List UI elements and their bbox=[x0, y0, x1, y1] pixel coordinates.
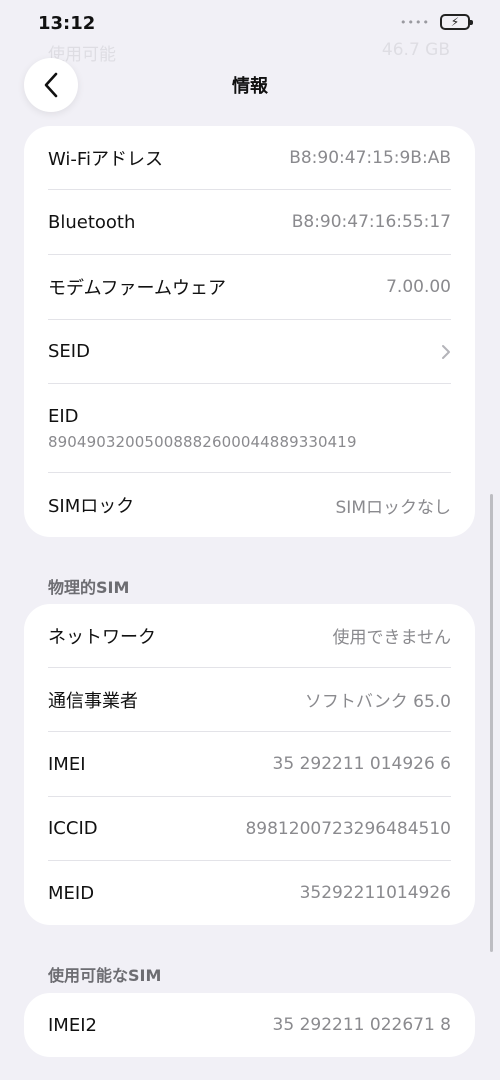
row-value: ソフトバンク 65.0 bbox=[304, 692, 451, 712]
row-seid[interactable]: SEID bbox=[48, 320, 451, 384]
chevron-right-icon bbox=[442, 344, 450, 359]
row-label: ICCID bbox=[48, 818, 98, 839]
row-value: 35292211014926 bbox=[299, 883, 451, 903]
status-indicators: •••• ⚡ bbox=[400, 14, 473, 30]
row-label: ネットワーク bbox=[48, 626, 156, 648]
row-bluetooth: Bluetooth B8:90:47:16:55:17 bbox=[48, 190, 451, 255]
battery-charging-icon: ⚡ bbox=[440, 14, 473, 30]
row-sim-lock: SIMロック SIMロックなし bbox=[48, 473, 451, 537]
navigation-bar: 情報 bbox=[0, 58, 500, 112]
row-label: モデムファームウェア bbox=[48, 278, 227, 299]
row-iccid: ICCID 8981200723296484510 bbox=[48, 797, 451, 861]
section-header-available-sim: 使用可能なSIM bbox=[48, 966, 162, 985]
available-sim-group: IMEI2 35 292211 022671 8 bbox=[24, 993, 475, 1057]
row-value: 35 292211 014926 6 bbox=[272, 754, 451, 774]
row-modem-firmware: モデムファームウェア 7.00.00 bbox=[48, 255, 451, 320]
status-bar: 13:12 •••• ⚡ bbox=[0, 0, 500, 52]
row-label: SIMロック bbox=[48, 496, 135, 517]
row-label: 通信事業者 bbox=[48, 690, 138, 712]
row-label: SEID bbox=[48, 341, 90, 362]
chevron-left-icon bbox=[44, 72, 58, 98]
row-value: 7.00.00 bbox=[386, 277, 451, 297]
row-value: SIMロックなし bbox=[335, 497, 451, 518]
row-imei: IMEI 35 292211 014926 6 bbox=[48, 732, 451, 797]
row-value: B8:90:47:16:55:17 bbox=[291, 212, 451, 232]
device-info-group: Wi-Fiアドレス B8:90:47:15:9B:AB Bluetooth B8… bbox=[24, 126, 475, 537]
row-imei2: IMEI2 35 292211 022671 8 bbox=[48, 993, 451, 1057]
row-value: 8981200723296484510 bbox=[245, 818, 451, 839]
row-wifi-address: Wi-Fiアドレス B8:90:47:15:9B:AB bbox=[48, 126, 451, 190]
row-value: 89049032005008882600044889330419 bbox=[48, 432, 357, 451]
row-network: ネットワーク 使用できません bbox=[48, 604, 451, 668]
about-screen: 使用可能 46.7 GB 13:12 •••• ⚡ 情報 Wi-Fiアドレス B… bbox=[0, 0, 500, 1080]
row-label: MEID bbox=[48, 882, 95, 904]
section-header-physical-sim: 物理的SIM bbox=[48, 578, 130, 597]
row-value: 使用できません bbox=[332, 628, 452, 648]
row-label: IMEI bbox=[48, 753, 86, 775]
page-title: 情報 bbox=[232, 76, 268, 97]
row-label: Wi-Fiアドレス bbox=[48, 148, 163, 170]
row-value: 35 292211 022671 8 bbox=[272, 1015, 451, 1035]
row-carrier: 通信事業者 ソフトバンク 65.0 bbox=[48, 668, 451, 732]
row-label: Bluetooth bbox=[48, 211, 136, 233]
row-label: IMEI2 bbox=[48, 1014, 97, 1036]
row-eid: EID 89049032005008882600044889330419 bbox=[48, 384, 451, 473]
status-time: 13:12 bbox=[38, 12, 96, 34]
row-meid: MEID 35292211014926 bbox=[48, 861, 451, 925]
physical-sim-group: ネットワーク 使用できません 通信事業者 ソフトバンク 65.0 IMEI 35… bbox=[24, 604, 475, 925]
row-value: B8:90:47:15:9B:AB bbox=[289, 147, 451, 168]
signal-icon: •••• bbox=[400, 15, 430, 29]
back-button[interactable] bbox=[24, 58, 78, 112]
row-label: EID bbox=[48, 405, 79, 427]
scrollbar[interactable] bbox=[490, 494, 493, 952]
